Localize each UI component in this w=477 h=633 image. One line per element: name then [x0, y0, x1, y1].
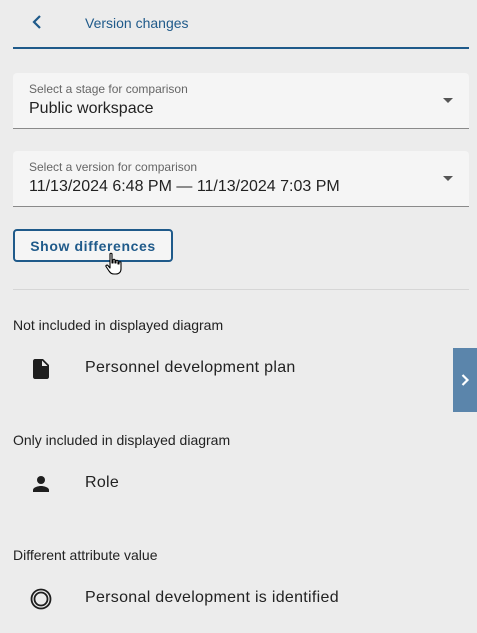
- version-select-label: Select a version for comparison: [29, 160, 198, 174]
- list-item-role[interactable]: Role: [13, 463, 443, 503]
- section-title-only-included: Only included in displayed diagram: [13, 432, 231, 448]
- hand-cursor-icon: [105, 252, 122, 275]
- divider: [13, 289, 469, 290]
- panel-title: Version changes: [85, 15, 189, 31]
- list-item-personal-development-identified[interactable]: Personal development is identified: [13, 578, 443, 618]
- dropdown-arrow-icon: [443, 98, 453, 103]
- version-select[interactable]: Select a version for comparison 11/13/20…: [13, 151, 469, 207]
- chevron-right-icon: [461, 374, 470, 386]
- show-differences-button[interactable]: Show differences: [13, 229, 173, 262]
- event-circle-icon: [30, 588, 52, 610]
- back-button[interactable]: [27, 10, 47, 34]
- stage-select-label: Select a stage for comparison: [29, 82, 188, 96]
- document-icon: [33, 359, 49, 379]
- list-item-personnel-development-plan[interactable]: Personnel development plan: [13, 348, 443, 388]
- section-title-different-attribute: Different attribute value: [13, 547, 158, 563]
- section-title-not-included: Not included in displayed diagram: [13, 317, 224, 333]
- person-icon: [33, 476, 49, 492]
- side-panel-toggle[interactable]: [453, 348, 477, 412]
- item-label: Role: [85, 474, 120, 491]
- panel-header: Version changes: [13, 0, 469, 49]
- stage-select[interactable]: Select a stage for comparison Public wor…: [13, 73, 469, 129]
- stage-select-value: Public workspace: [29, 100, 154, 117]
- version-select-value: 11/13/2024 6:48 PM — 11/13/2024 7:03 PM: [29, 178, 340, 195]
- dropdown-arrow-icon: [443, 176, 453, 181]
- item-label: Personnel development plan: [85, 359, 296, 376]
- chevron-left-icon: [32, 15, 41, 29]
- item-label: Personal development is identified: [85, 589, 339, 606]
